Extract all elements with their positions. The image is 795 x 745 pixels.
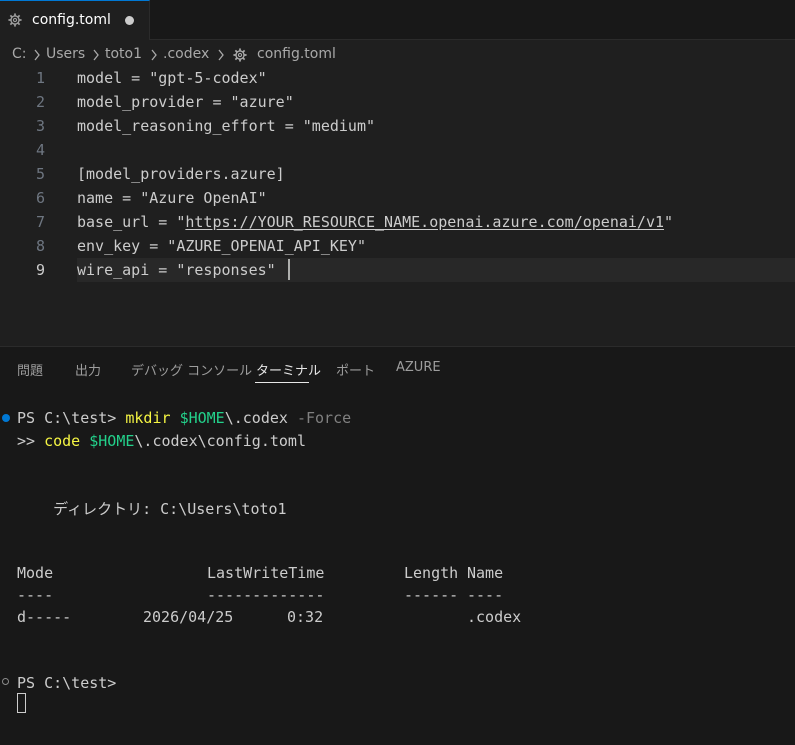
- separator: ------: [404, 586, 459, 604]
- code-line[interactable]: 3 model_reasoning_effort = "medium": [0, 114, 795, 138]
- separator: ----: [17, 586, 54, 604]
- gear-icon: [8, 13, 22, 27]
- code-text: name = "Azure OpenAI": [77, 189, 267, 207]
- row-date: 2026/04/25: [143, 608, 234, 626]
- line-number: 1: [35, 69, 45, 87]
- breadcrumb-item-codex[interactable]: .codex: [163, 46, 209, 62]
- breadcrumb-item-users[interactable]: Users: [46, 46, 85, 62]
- chevron-right-icon: [218, 49, 224, 61]
- code-line-current[interactable]: 9 wire_api = "responses": [0, 258, 795, 282]
- terminal-prompt: PS C:\test>: [17, 674, 117, 692]
- line-number: 5: [35, 165, 45, 183]
- directory-header: ディレクトリ: C:\Users\toto1: [17, 500, 287, 518]
- line-number: 8: [35, 237, 45, 255]
- gear-icon: [233, 48, 247, 62]
- code-line[interactable]: 1 model = "gpt-5-codex": [0, 66, 795, 90]
- line-number: 9: [35, 261, 45, 279]
- code-editor[interactable]: 1 model = "gpt-5-codex" 2 model_provider…: [0, 66, 795, 346]
- code-text: model_reasoning_effort = "medium": [77, 117, 376, 135]
- code-text: env_key = "AZURE_OPENAI_API_KEY": [77, 237, 366, 255]
- code-text: [model_providers.azure]: [77, 165, 285, 183]
- separator: ----: [467, 586, 504, 604]
- variable: $HOME: [179, 409, 225, 427]
- editor-tab-bar: config.toml: [0, 0, 795, 40]
- breadcrumb: C: Users toto1 .codex config.toml: [0, 44, 795, 66]
- column-header-length: Length: [404, 564, 459, 582]
- breadcrumb-item-file[interactable]: config.toml: [257, 46, 336, 62]
- code-line[interactable]: 2 model_provider = "azure": [0, 90, 795, 114]
- breadcrumb-item-toto1[interactable]: toto1: [105, 46, 142, 62]
- url-link[interactable]: https://YOUR_RESOURCE_NAME.openai.azure.…: [185, 213, 664, 231]
- prompt: PS C:\test>: [17, 409, 126, 427]
- line-number: 7: [35, 213, 45, 231]
- code-text: model = "gpt-5-codex": [77, 69, 267, 87]
- row-time: 0:32: [287, 608, 324, 626]
- code-line[interactable]: 5 [model_providers.azure]: [0, 162, 795, 186]
- chevron-right-icon: [93, 49, 99, 61]
- tab-label: config.toml: [32, 12, 111, 28]
- text-cursor: [288, 259, 290, 280]
- terminal-cursor: [17, 693, 26, 713]
- code-quote: ": [664, 213, 674, 231]
- column-header-mode: Mode: [17, 564, 54, 582]
- command-decoration-icon[interactable]: [2, 678, 9, 685]
- chevron-right-icon: [151, 49, 157, 61]
- separator: -------------: [207, 586, 325, 604]
- breadcrumb-item-drive[interactable]: C:: [12, 46, 27, 62]
- line-number: 6: [35, 189, 45, 207]
- column-header-name: Name: [467, 564, 504, 582]
- command-success-decoration-icon[interactable]: [2, 414, 10, 422]
- code-text: base_url = "https://YOUR_RESOURCE_NAME.o…: [77, 213, 673, 231]
- column-header-lastwritetime: LastWriteTime: [207, 564, 325, 582]
- unsaved-dot-icon[interactable]: [125, 16, 134, 25]
- line-number: 3: [35, 117, 45, 135]
- parameter: -Force: [296, 409, 352, 427]
- variable: $HOME: [89, 432, 135, 450]
- path: \.codex: [224, 409, 288, 427]
- code-line[interactable]: 7 base_url = "https://YOUR_RESOURCE_NAME…: [0, 210, 795, 234]
- line-number: 2: [35, 93, 45, 111]
- continuation-prompt: >>: [17, 432, 45, 450]
- row-mode: d-----: [17, 608, 72, 626]
- code-key: base_url = ": [77, 213, 186, 231]
- command: code: [44, 432, 81, 450]
- path: \.codex\config.toml: [134, 432, 306, 450]
- code-line[interactable]: 4: [0, 138, 795, 162]
- code-line[interactable]: 6 name = "Azure OpenAI": [0, 186, 795, 210]
- line-number: 4: [35, 141, 45, 159]
- code-line[interactable]: 8 env_key = "AZURE_OPENAI_API_KEY": [0, 234, 795, 258]
- tab-config-toml[interactable]: config.toml: [0, 0, 150, 40]
- terminal-line: PS C:\test> mkdir $HOME\.codex -Force: [17, 409, 351, 427]
- terminal-line: >> code $HOME\.codex\config.toml: [17, 432, 306, 450]
- command: mkdir: [125, 409, 171, 427]
- code-text: wire_api = "responses": [77, 261, 276, 279]
- bottom-panel: 問題 出力 デバッグ コンソール ターミナル ポート AZURE PS C:\t…: [0, 346, 795, 745]
- row-name: .codex: [467, 608, 522, 626]
- terminal[interactable]: PS C:\test> mkdir $HOME\.codex -Force >>…: [0, 347, 795, 745]
- code-text: model_provider = "azure": [77, 93, 294, 111]
- chevron-right-icon: [34, 49, 40, 61]
